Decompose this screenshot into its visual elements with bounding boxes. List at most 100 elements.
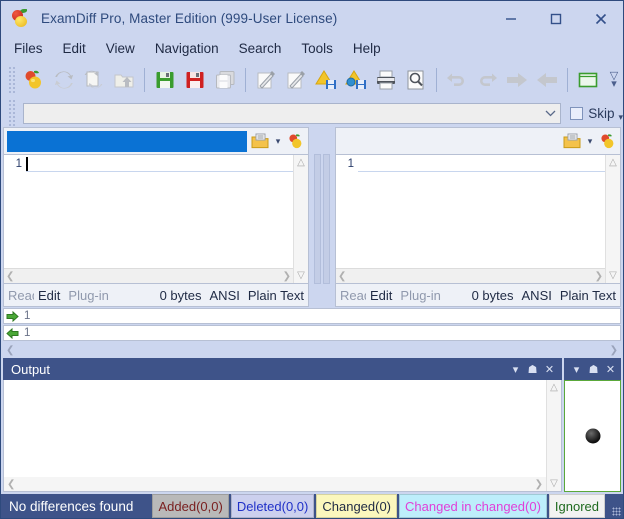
- right-file-path[interactable]: [339, 131, 559, 152]
- sync-row-left[interactable]: 1: [3, 325, 621, 341]
- save-html-report-button[interactable]: [341, 65, 371, 95]
- compare-files-button[interactable]: [19, 65, 49, 95]
- scroll-up-icon[interactable]: △: [609, 157, 617, 168]
- left-editor[interactable]: 1 ❮ ❯: [4, 155, 293, 283]
- arrow-left-green-icon[interactable]: [4, 326, 21, 340]
- resize-grip[interactable]: [607, 494, 623, 518]
- right-status-edit[interactable]: Edit: [366, 288, 396, 303]
- scroll-right-icon[interactable]: ❯: [610, 345, 618, 356]
- right-hscrollbar[interactable]: ❮ ❯: [336, 268, 605, 283]
- skip-checkbox[interactable]: [570, 107, 583, 120]
- scroll-right-icon[interactable]: ❯: [283, 271, 291, 282]
- scroll-down-icon[interactable]: ▽: [297, 270, 305, 281]
- chevron-down-icon[interactable]: [541, 104, 560, 123]
- left-status-filetype[interactable]: Plain Text: [244, 288, 308, 303]
- menu-item-search[interactable]: Search: [229, 39, 292, 58]
- right-status-encoding[interactable]: ANSI: [518, 288, 556, 303]
- status-badge-changed[interactable]: Changed(0): [316, 494, 397, 518]
- status-badge-changed-in-changed[interactable]: Changed in changed(0): [399, 494, 547, 518]
- undo-button[interactable]: [442, 65, 472, 95]
- right-line-content[interactable]: [358, 156, 605, 172]
- left-edit-canvas[interactable]: 1: [4, 155, 293, 268]
- scroll-up-icon[interactable]: △: [550, 382, 558, 393]
- scroll-left-icon[interactable]: ❮: [338, 271, 346, 282]
- output-pin-button[interactable]: ☗: [524, 358, 541, 380]
- side-close-button[interactable]: ✕: [602, 358, 619, 380]
- left-vscrollbar[interactable]: △ ▽: [293, 155, 308, 283]
- left-compare-button[interactable]: [285, 130, 307, 152]
- toolbar-grip[interactable]: [7, 65, 16, 95]
- print-preview-button[interactable]: [401, 65, 431, 95]
- save-report-button[interactable]: [311, 65, 341, 95]
- scroll-left-icon[interactable]: ❮: [6, 271, 14, 282]
- save-all-button[interactable]: [210, 65, 240, 95]
- right-editor[interactable]: 1 ❮ ❯: [336, 155, 605, 283]
- save-left-button[interactable]: [150, 65, 180, 95]
- left-status-edit[interactable]: Edit: [34, 288, 64, 303]
- print-button[interactable]: [371, 65, 401, 95]
- arrow-right-green-icon[interactable]: [4, 309, 21, 323]
- scroll-down-icon[interactable]: ▽: [609, 270, 617, 281]
- recompare-button[interactable]: [79, 65, 109, 95]
- output-hscrollbar[interactable]: ❮ ❯: [4, 477, 546, 491]
- filter-combo[interactable]: [23, 103, 561, 124]
- scroll-left-icon[interactable]: ❮: [7, 479, 15, 490]
- scroll-up-icon[interactable]: △: [297, 157, 305, 168]
- menu-item-help[interactable]: Help: [343, 39, 391, 58]
- sync-hscrollbar[interactable]: ❮ ❯: [3, 342, 621, 358]
- right-status-filetype[interactable]: Plain Text: [556, 288, 620, 303]
- refresh-button[interactable]: [49, 65, 79, 95]
- edit-left-button[interactable]: [251, 65, 281, 95]
- left-browse-button[interactable]: [249, 130, 271, 152]
- status-badge-deleted[interactable]: Deleted(0,0): [231, 494, 315, 518]
- scroll-down-icon[interactable]: ▽: [550, 478, 558, 489]
- menu-item-files[interactable]: Files: [10, 39, 53, 58]
- close-button[interactable]: [578, 1, 623, 36]
- output-close-button[interactable]: ✕: [541, 358, 558, 380]
- menu-item-tools[interactable]: Tools: [291, 39, 343, 58]
- scroll-right-icon[interactable]: ❯: [535, 479, 543, 490]
- copy-right-button[interactable]: [502, 65, 532, 95]
- left-line-content[interactable]: [26, 156, 293, 172]
- skip-control[interactable]: Skip ▾: [570, 104, 623, 123]
- filter-row-grip[interactable]: [7, 98, 16, 128]
- side-pin-button[interactable]: ☗: [585, 358, 602, 380]
- minimize-button[interactable]: [488, 1, 533, 36]
- left-history-dropdown[interactable]: ▾: [271, 136, 285, 147]
- diff-map[interactable]: [309, 154, 335, 284]
- redo-button[interactable]: [472, 65, 502, 95]
- sync-row-right[interactable]: 1: [3, 308, 621, 324]
- side-panel-body[interactable]: [564, 380, 621, 492]
- output-content[interactable]: [4, 380, 546, 477]
- left-file-path[interactable]: [7, 131, 247, 152]
- output-panel-title-bar: Output ▾ ☗ ✕: [3, 358, 562, 380]
- toolbar-overflow-button[interactable]: ▽ ▾: [603, 61, 624, 99]
- right-edit-canvas[interactable]: 1: [336, 155, 605, 268]
- edit-right-button[interactable]: [281, 65, 311, 95]
- diff-map-splitter[interactable]: [309, 127, 335, 307]
- right-status-plugin[interactable]: Plug-in: [396, 288, 444, 303]
- output-vscrollbar[interactable]: △ ▽: [546, 380, 561, 491]
- right-compare-button[interactable]: [597, 130, 619, 152]
- right-history-dropdown[interactable]: ▾: [583, 136, 597, 147]
- open-folder-button[interactable]: [109, 65, 139, 95]
- save-right-button[interactable]: [180, 65, 210, 95]
- menu-item-navigation[interactable]: Navigation: [145, 39, 229, 58]
- right-browse-button[interactable]: [561, 130, 583, 152]
- copy-left-button[interactable]: [532, 65, 562, 95]
- view-mode-button[interactable]: [573, 65, 603, 95]
- maximize-button[interactable]: [533, 1, 578, 36]
- scroll-right-icon[interactable]: ❯: [595, 271, 603, 282]
- menu-item-edit[interactable]: Edit: [53, 39, 96, 58]
- scroll-left-icon[interactable]: ❮: [6, 345, 14, 356]
- output-dock-menu-button[interactable]: ▾: [507, 358, 524, 380]
- left-status-encoding[interactable]: ANSI: [206, 288, 244, 303]
- menu-item-view[interactable]: View: [96, 39, 145, 58]
- right-vscrollbar[interactable]: △ ▽: [605, 155, 620, 283]
- left-hscrollbar[interactable]: ❮ ❯: [4, 268, 293, 283]
- status-badge-ignored[interactable]: Ignored: [549, 494, 605, 518]
- status-badge-added[interactable]: Added(0,0): [152, 494, 228, 518]
- side-dock-menu-button[interactable]: ▾: [568, 358, 585, 380]
- skip-dropdown-icon[interactable]: ▾: [618, 112, 623, 123]
- left-status-plugin[interactable]: Plug-in: [64, 288, 112, 303]
